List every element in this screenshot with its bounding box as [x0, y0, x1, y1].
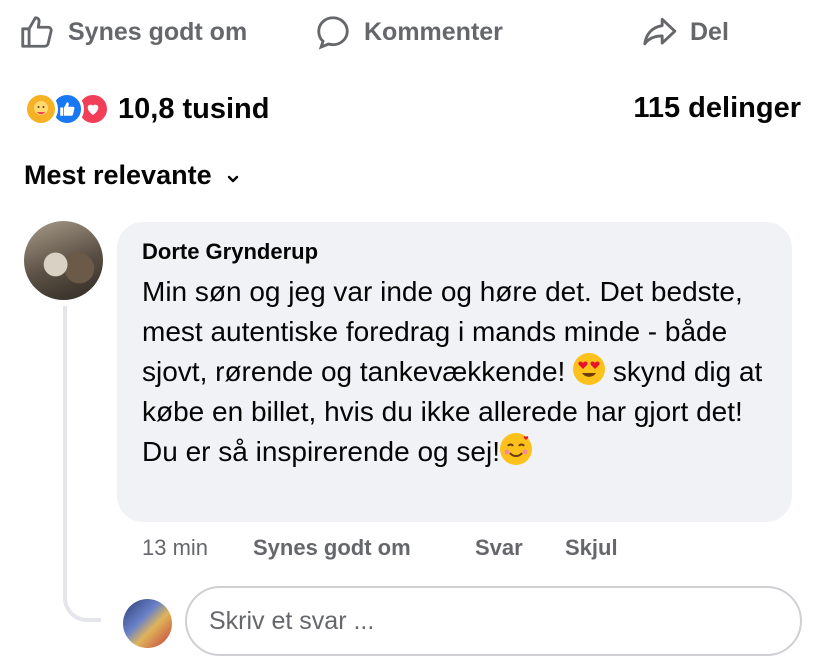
- comment-sort-dropdown[interactable]: Mest relevante: [24, 160, 240, 191]
- like-action-label: Synes godt om: [68, 17, 248, 46]
- reply-input[interactable]: Skriv et svar ...: [185, 586, 802, 656]
- reaction-count: 10,8 tusind: [118, 92, 270, 125]
- thumbs-up-icon: [18, 13, 56, 51]
- current-user-avatar[interactable]: [123, 599, 172, 648]
- comment-text: Min søn og jeg var inde og høre det. Det…: [142, 272, 782, 472]
- comment-like-button[interactable]: Synes godt om: [253, 535, 411, 563]
- share-action-button[interactable]: Del: [640, 12, 729, 52]
- share-action-label: Del: [690, 17, 729, 46]
- share-count[interactable]: 115 delinger: [633, 92, 801, 125]
- comment-hide-button[interactable]: Skjul: [565, 535, 618, 563]
- comment-action-button[interactable]: Kommenter: [314, 12, 503, 52]
- sort-label: Mest relevante: [24, 160, 212, 190]
- comment-author-name[interactable]: Dorte Grynderup: [142, 239, 318, 265]
- commenter-avatar[interactable]: [24, 221, 103, 300]
- smiling-face-with-hearts-icon: [499, 433, 532, 465]
- chevron-down-icon: [226, 160, 240, 191]
- speech-bubble-icon: [314, 13, 352, 51]
- heart-eyes-emoji-icon: [573, 353, 606, 385]
- like-action-button[interactable]: Synes godt om: [18, 12, 247, 52]
- reply-placeholder: Skriv et svar ...: [209, 606, 375, 635]
- reactions-summary[interactable]: 10,8 tusind: [24, 92, 270, 126]
- comment-reply-button[interactable]: Svar: [475, 535, 523, 563]
- share-arrow-icon: [640, 13, 678, 51]
- comment-timestamp[interactable]: 13 min: [142, 535, 208, 563]
- thread-connector-line: [63, 306, 101, 622]
- comment-action-label: Kommenter: [364, 17, 503, 46]
- care-reaction-icon: [24, 92, 58, 126]
